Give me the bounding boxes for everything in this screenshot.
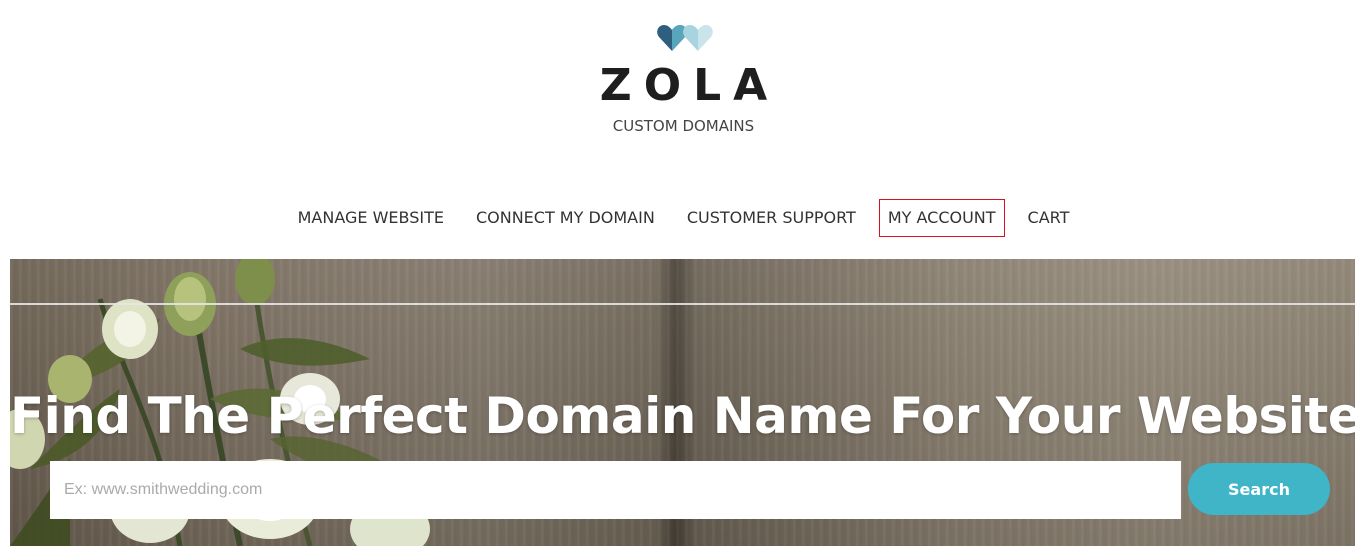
hero-divider — [10, 303, 1355, 305]
nav-item-connect-my-domain[interactable]: CONNECT MY DOMAIN — [467, 199, 664, 237]
domain-search-input[interactable] — [50, 461, 1181, 519]
hero-banner: Find The Perfect Domain Name For Your We… — [10, 259, 1355, 546]
hero-title: Find The Perfect Domain Name For Your We… — [10, 387, 1355, 445]
nav-item-customer-support[interactable]: CUSTOMER SUPPORT — [678, 199, 865, 237]
site-header: ZOLA CUSTOM DOMAINS MANAGE WEBSITE CONNE… — [0, 0, 1367, 258]
nav-item-manage-website[interactable]: MANAGE WEBSITE — [289, 199, 453, 237]
main-nav: MANAGE WEBSITE CONNECT MY DOMAIN CUSTOME… — [0, 198, 1367, 238]
logo-wordmark: ZOLA — [599, 60, 780, 111]
nav-item-cart[interactable]: CART — [1019, 199, 1079, 237]
search-button[interactable]: Search — [1188, 463, 1330, 515]
nav-item-my-account[interactable]: MY ACCOUNT — [878, 199, 1005, 237]
logo-subtitle: CUSTOM DOMAINS — [612, 117, 755, 135]
hearts-logo-icon — [657, 25, 713, 51]
